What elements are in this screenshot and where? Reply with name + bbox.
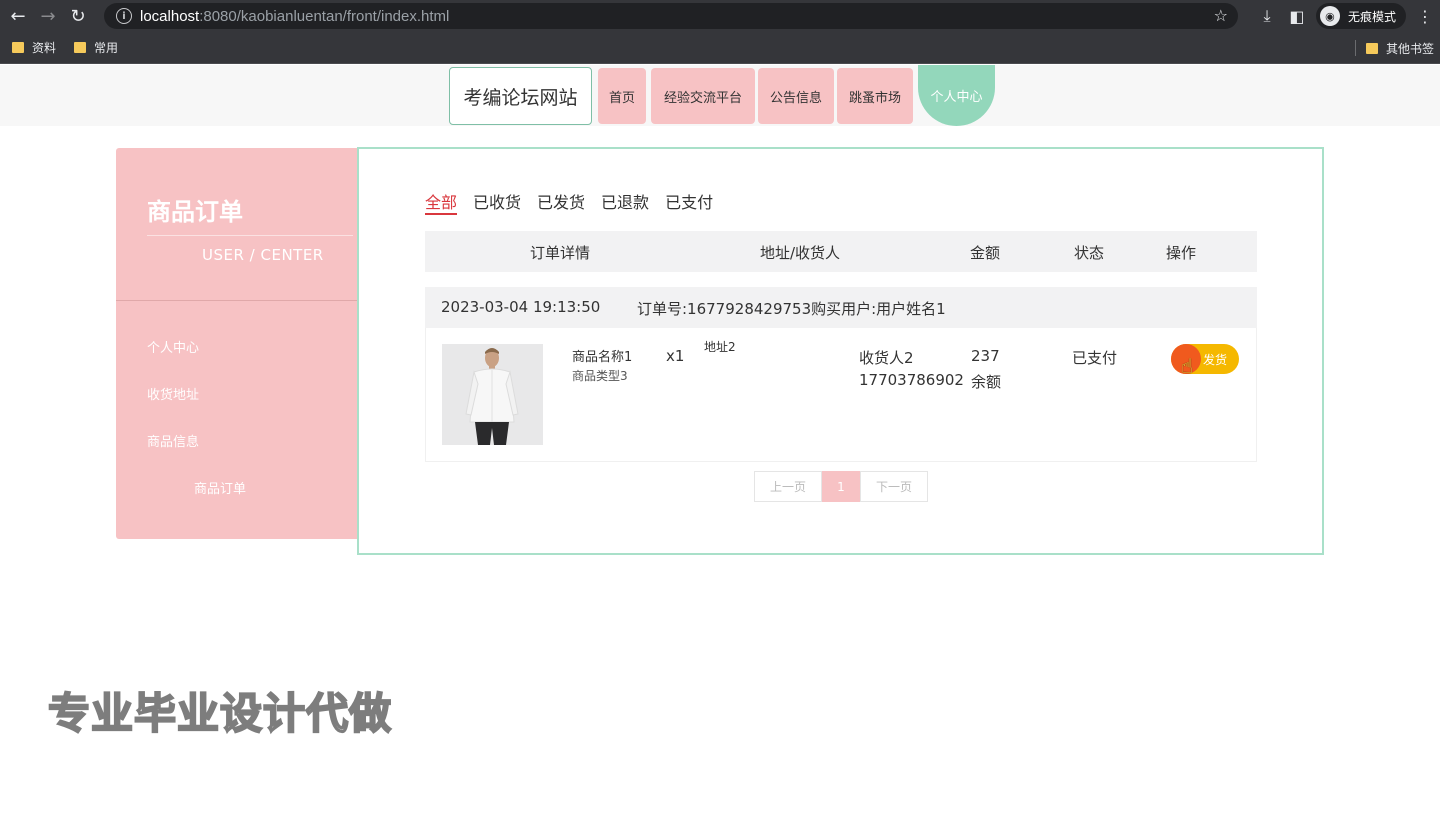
forward-icon[interactable]: → bbox=[36, 4, 60, 28]
reload-icon[interactable]: ↻ bbox=[66, 4, 90, 28]
order-tabs: 全部 已收货 已发货 已退款 已支付 bbox=[425, 189, 729, 215]
incognito-icon: ◉ bbox=[1319, 6, 1340, 26]
order-status: 已支付 bbox=[1072, 349, 1118, 367]
address-bar[interactable]: i localhost:8080/kaobianluentan/front/in… bbox=[104, 3, 1238, 29]
pay-method: 余额 bbox=[971, 373, 1002, 391]
product-photo-shirt bbox=[442, 344, 543, 445]
bookmark-separator bbox=[1354, 40, 1356, 56]
order-datetime: 2023-03-04 19:13:50 bbox=[441, 298, 601, 316]
toolbar-right: ⤓ ◧ ◉ 无痕模式 ⋮ bbox=[1252, 0, 1440, 32]
sidebar-title: 商品订单 bbox=[147, 198, 243, 226]
page-1-button[interactable]: 1 bbox=[822, 471, 860, 502]
sidebar: 商品订单 USER / CENTER 个人中心 收货地址 商品信息 商品订单 bbox=[116, 148, 357, 539]
url-text[interactable]: localhost:8080/kaobianluentan/front/inde… bbox=[140, 8, 449, 25]
incognito-badge[interactable]: ◉ 无痕模式 bbox=[1315, 3, 1406, 29]
product-image[interactable] bbox=[442, 344, 543, 445]
col-order-detail: 订单详情 bbox=[530, 244, 591, 262]
order-amount: 237 bbox=[971, 347, 1000, 365]
nav-announcements[interactable]: 公告信息 bbox=[758, 68, 834, 124]
col-amount: 金额 bbox=[970, 244, 1001, 262]
nav-flea-market[interactable]: 跳蚤市场 bbox=[837, 68, 913, 124]
bookmarks-bar: 资料 常用 其他书签 bbox=[0, 32, 1440, 64]
next-page-button[interactable]: 下一页 bbox=[860, 471, 928, 502]
nav-user-center[interactable]: 个人中心 bbox=[918, 65, 995, 126]
sidebar-divider bbox=[116, 300, 357, 301]
ship-button-label: 发货 bbox=[1202, 352, 1227, 367]
tab-refunded[interactable]: 已退款 bbox=[601, 189, 649, 215]
sidebar-item-address[interactable]: 收货地址 bbox=[147, 384, 199, 403]
folder-icon bbox=[74, 42, 87, 53]
orders-panel: 全部 已收货 已发货 已退款 已支付 订单详情 地址/收货人 金额 状态 操作 … bbox=[357, 147, 1324, 555]
sidebar-item-orders[interactable]: 商品订单 bbox=[194, 478, 246, 497]
site-header: 考编论坛网站 首页 经验交流平台 公告信息 跳蚤市场 个人中心 bbox=[0, 65, 1440, 126]
sidebar-item-products[interactable]: 商品信息 bbox=[147, 431, 199, 450]
bookmark-folder-1[interactable]: 资料 bbox=[12, 39, 56, 56]
bookmark-star-icon[interactable]: ☆ bbox=[1214, 6, 1228, 25]
folder-icon bbox=[12, 42, 24, 53]
receiver-phone: 17703786902 bbox=[859, 371, 964, 389]
nav-experience[interactable]: 经验交流平台 bbox=[651, 68, 755, 124]
tab-received[interactable]: 已收货 bbox=[473, 189, 521, 215]
prev-page-button[interactable]: 上一页 bbox=[754, 471, 822, 502]
order-address: 地址2 bbox=[704, 340, 736, 354]
site-info-icon[interactable]: i bbox=[116, 8, 132, 24]
tab-paid[interactable]: 已支付 bbox=[665, 189, 713, 215]
sidebar-item-user-center[interactable]: 个人中心 bbox=[147, 337, 199, 356]
product-type: 商品类型3 bbox=[572, 369, 628, 383]
col-status: 状态 bbox=[1074, 244, 1105, 262]
sidebar-title-line bbox=[147, 235, 353, 236]
product-quantity: x1 bbox=[666, 347, 685, 365]
receiver-name: 收货人2 bbox=[859, 349, 914, 367]
sidebar-subtitle: USER / CENTER bbox=[202, 246, 324, 264]
order-info: 订单号:1677928429753购买用户:用户姓名1 bbox=[637, 300, 946, 318]
side-panel-icon[interactable]: ◧ bbox=[1282, 7, 1312, 26]
tab-shipped[interactable]: 已发货 bbox=[537, 189, 585, 215]
order-header-row: 2023-03-04 19:13:50 订单号:1677928429753购买用… bbox=[425, 287, 1257, 328]
incognito-label: 无痕模式 bbox=[1347, 9, 1396, 24]
bookmark-folder-2[interactable]: 常用 bbox=[74, 39, 118, 56]
other-bookmarks[interactable]: 其他书签 bbox=[1354, 32, 1434, 64]
nav-home[interactable]: 首页 bbox=[598, 68, 646, 124]
pagination: 上一页 1 下一页 bbox=[754, 471, 928, 502]
browser-toolbar: ← → ↻ i localhost:8080/kaobianluentan/fr… bbox=[0, 0, 1440, 32]
watermark-text: 专业毕业设计代做 bbox=[47, 688, 393, 739]
col-address: 地址/收货人 bbox=[760, 244, 841, 262]
back-icon[interactable]: ← bbox=[6, 4, 30, 28]
folder-icon bbox=[1365, 42, 1378, 54]
menu-icon[interactable]: ⋮ bbox=[1410, 7, 1440, 26]
product-name[interactable]: 商品名称1 bbox=[572, 346, 632, 365]
download-icon[interactable]: ⤓ bbox=[1252, 6, 1282, 26]
col-actions: 操作 bbox=[1166, 244, 1197, 262]
table-row: 商品名称1 商品类型3 x1 地址2 收货人2 17703786902 237 … bbox=[425, 328, 1257, 462]
hand-cursor-icon: ☝ bbox=[1181, 354, 1194, 378]
table-header: 订单详情 地址/收货人 金额 状态 操作 bbox=[425, 231, 1257, 272]
tab-all[interactable]: 全部 bbox=[425, 189, 458, 215]
site-brand[interactable]: 考编论坛网站 bbox=[449, 67, 592, 125]
